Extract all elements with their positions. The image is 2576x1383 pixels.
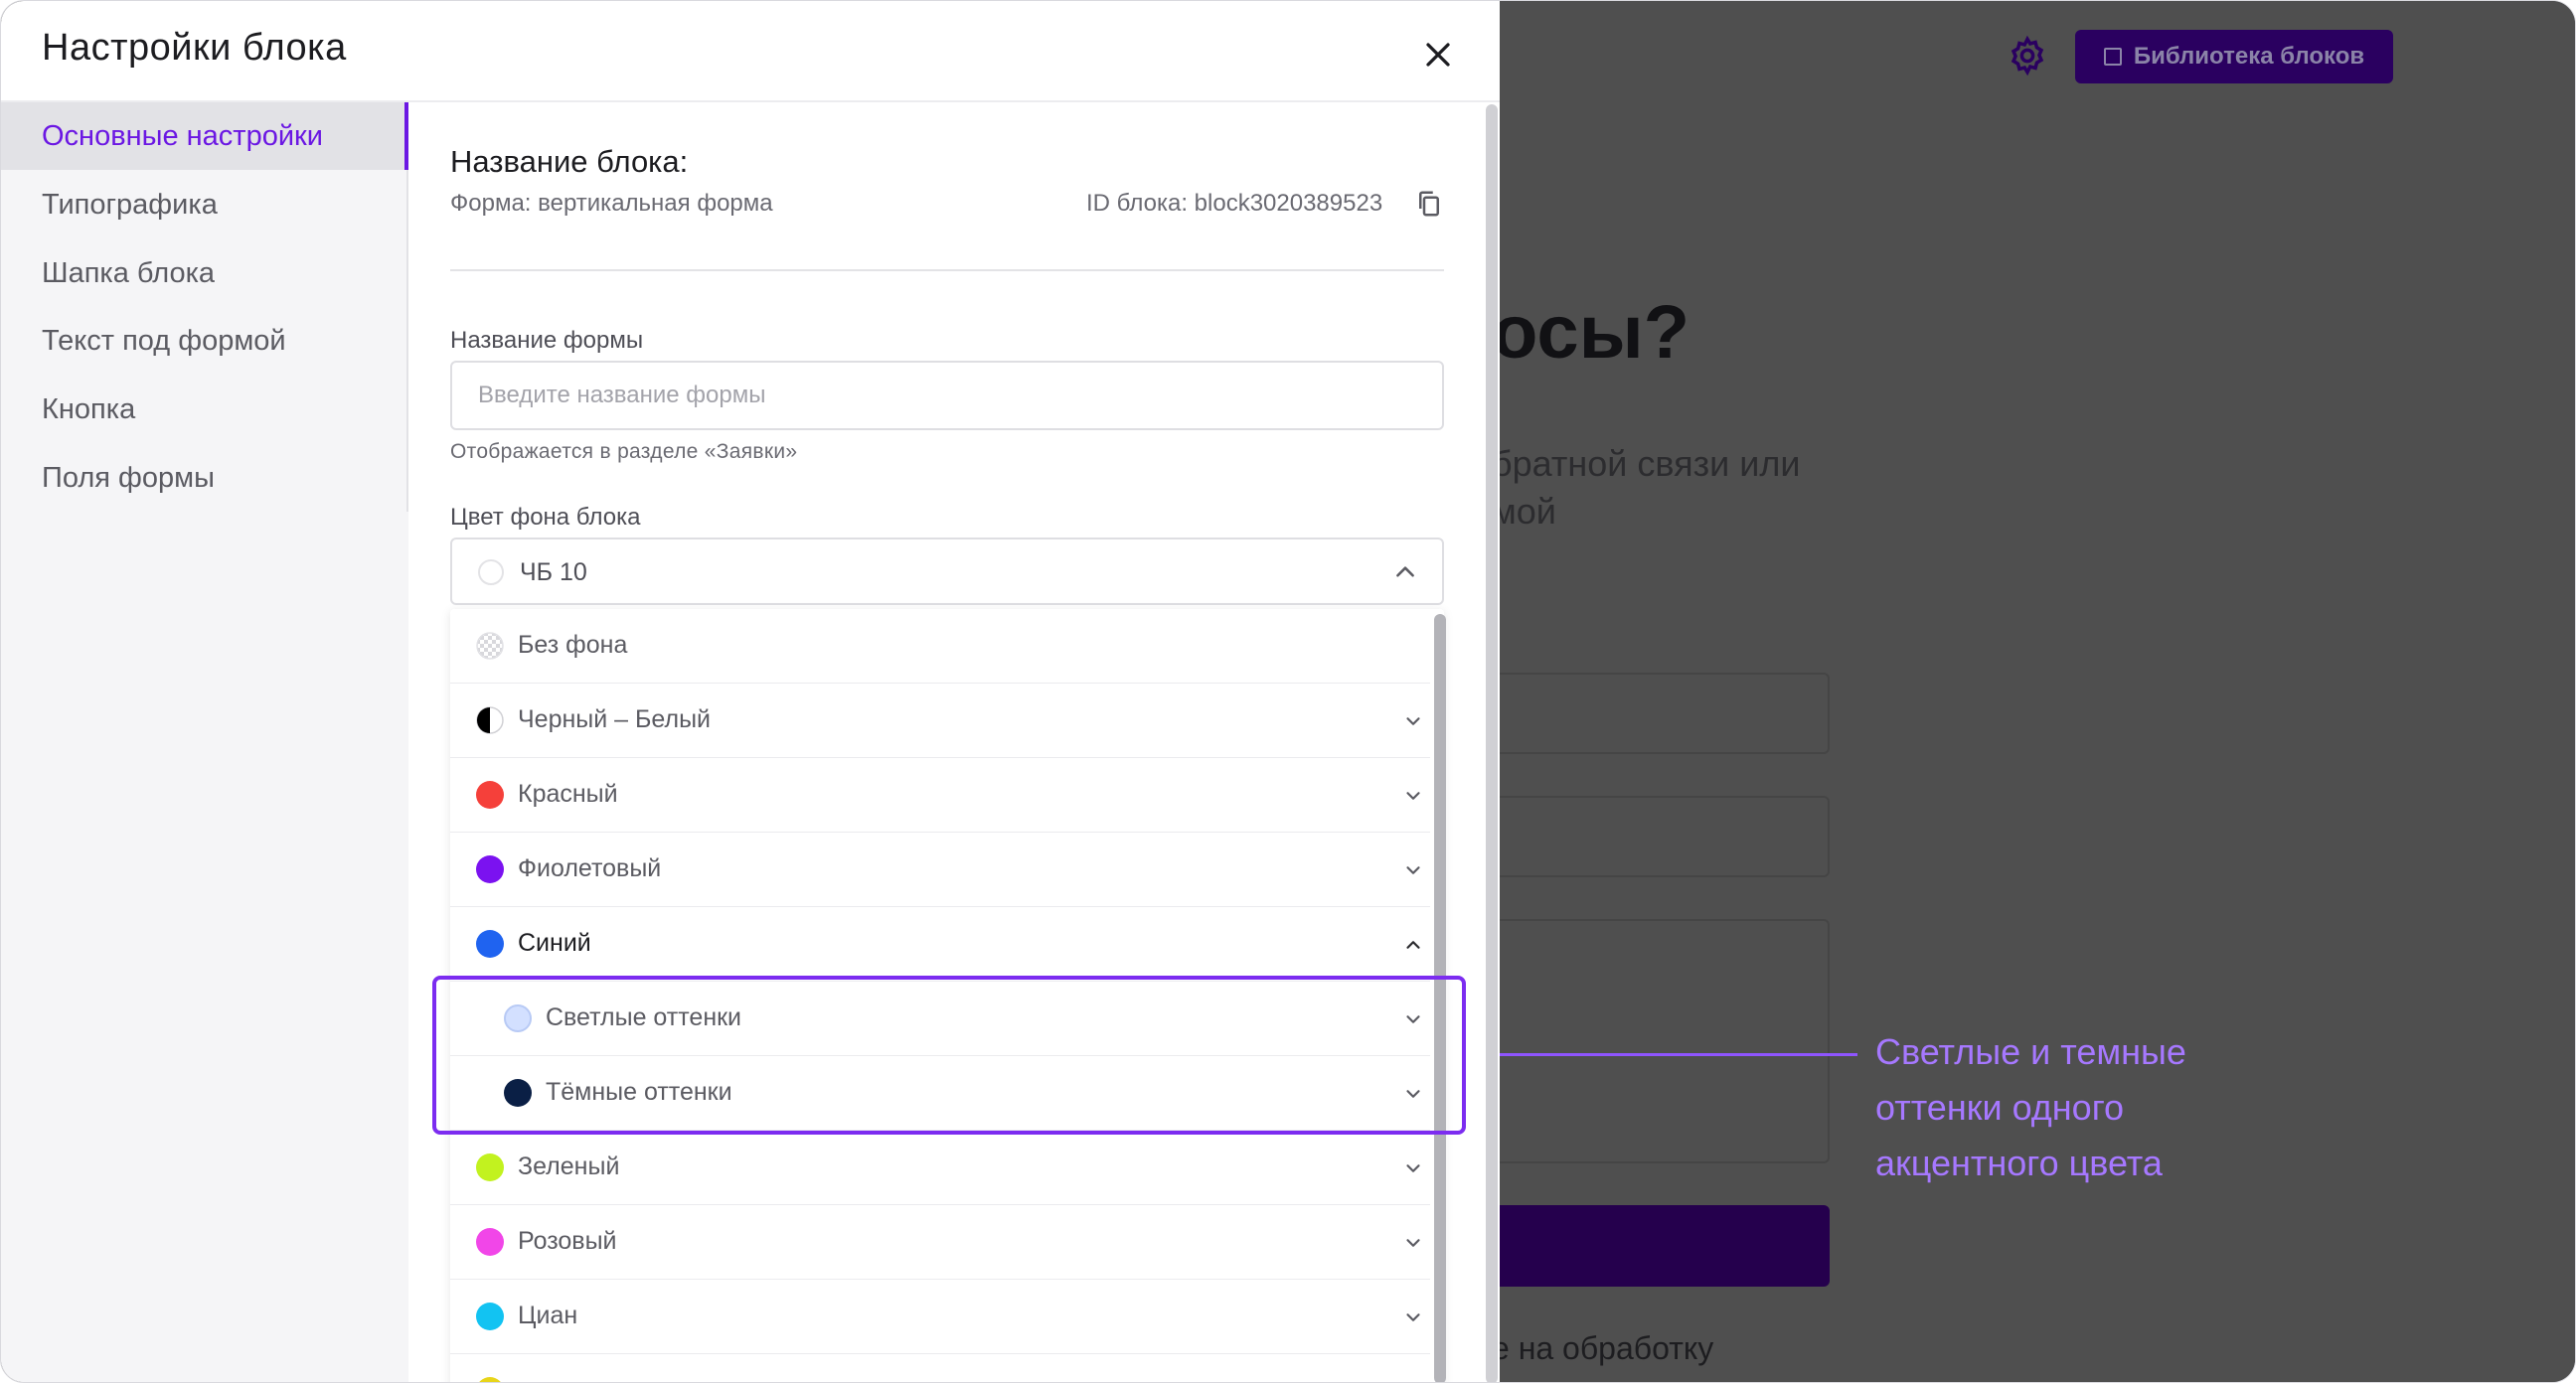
app-frame: Библиотека блоков осы? братной связи или…	[0, 0, 2576, 1383]
panel-title: Настройки блока	[42, 27, 347, 69]
form-name-input[interactable]	[450, 361, 1444, 430]
panel-scrollbar[interactable]	[1486, 104, 1498, 1382]
close-icon	[1426, 43, 1450, 67]
block-id: ID блока: block3020389523	[1086, 190, 1383, 217]
section-divider	[450, 269, 1444, 271]
settings-content: Название блока: Форма: вертикальная форм…	[408, 102, 1500, 1382]
color-dot	[476, 1303, 504, 1330]
background-submit-button	[1482, 1205, 1830, 1287]
callout-line-text: акцентного цвета	[1875, 1143, 2163, 1183]
bg-color-select[interactable]: ЧБ 10	[450, 538, 1444, 605]
close-button[interactable]	[1412, 29, 1464, 80]
chevron-up-icon	[1406, 941, 1420, 949]
color-option-partial[interactable]	[450, 1354, 1430, 1382]
form-name-label: Название формы	[450, 327, 644, 354]
color-option-label: Черный – Белый	[518, 705, 712, 733]
callout-text: Светлые и темные оттенки одного акцентно…	[1875, 1024, 2293, 1191]
color-option-blue[interactable]: Синий	[450, 907, 1430, 982]
background-textarea	[1482, 919, 1830, 1163]
subtitle-line: братной связи или	[1492, 443, 1801, 484]
chevron-down-icon	[1406, 1239, 1420, 1247]
color-option-label: Тёмные оттенки	[546, 1078, 732, 1106]
sidebar-item-button[interactable]: Кнопка	[1, 376, 408, 443]
chevron-down-icon	[1406, 717, 1420, 725]
color-option-label: Синий	[518, 929, 591, 957]
sidebar-item-form-fields[interactable]: Поля формы	[1, 444, 408, 512]
sidebar-item-text-below-form[interactable]: Текст под формой	[1, 307, 408, 375]
color-option-label: Циан	[518, 1302, 578, 1329]
color-option-label: Розовый	[518, 1227, 617, 1255]
chevron-down-icon	[1406, 1015, 1420, 1023]
bg-color-label: Цвет фона блока	[450, 504, 641, 531]
dropdown-scrollbar[interactable]	[1434, 614, 1446, 1382]
color-option-violet[interactable]: Фиолетовый	[450, 833, 1430, 907]
color-option-label: Без фона	[518, 631, 628, 659]
block-library-label: Библиотека блоков	[2133, 43, 2365, 70]
chevron-down-icon	[1406, 1164, 1420, 1172]
subtitle-line: мой	[1492, 491, 1556, 532]
form-name-hint: Отображается в разделе «Заявки»	[450, 440, 798, 463]
form-type: Форма: вертикальная форма	[450, 190, 773, 217]
color-option-label: Зеленый	[518, 1152, 620, 1180]
transparent-pattern-icon	[476, 632, 504, 660]
color-option-blue-dark-shades[interactable]: Тёмные оттенки	[450, 1056, 1430, 1131]
color-option-label: Фиолетовый	[518, 854, 662, 882]
block-library-button[interactable]: Библиотека блоков	[2075, 30, 2393, 83]
color-option-label: Красный	[518, 780, 618, 808]
color-dot	[504, 1079, 532, 1107]
color-dot	[476, 781, 504, 809]
settings-sidebar: Основные настройки Типографика Шапка бло…	[1, 102, 408, 1382]
background-heading: осы?	[1492, 290, 1690, 375]
copy-icon[interactable]	[1414, 188, 1444, 220]
block-settings-panel: Настройки блока Основные настройки Типог…	[1, 1, 1500, 1382]
color-dot	[476, 855, 504, 883]
panel-header: Настройки блока	[1, 1, 1500, 102]
callout-line-text: оттенки одного	[1875, 1087, 2125, 1128]
chevron-down-icon	[1406, 1313, 1420, 1321]
color-option-red[interactable]: Красный	[450, 758, 1430, 833]
callout-line	[1480, 1053, 1857, 1056]
chevron-down-icon	[1406, 792, 1420, 800]
color-option-pink[interactable]: Розовый	[450, 1205, 1430, 1280]
background-field	[1482, 673, 1830, 754]
sidebar-item-basic[interactable]: Основные настройки	[1, 102, 408, 170]
color-dot	[504, 1004, 532, 1032]
color-option-green[interactable]: Зеленый	[450, 1131, 1430, 1205]
half-circle-icon	[476, 706, 504, 734]
chevron-down-icon	[1406, 1090, 1420, 1098]
color-dot	[476, 1228, 504, 1256]
color-option-cyan[interactable]: Циан	[450, 1280, 1430, 1354]
color-option-black-white[interactable]: Черный – Белый	[450, 684, 1430, 758]
chevron-up-icon	[1396, 566, 1414, 577]
bg-color-dropdown: Без фона Черный – Белый Красный Фиолетов…	[450, 609, 1444, 1382]
color-option-blue-light-shades[interactable]: Светлые оттенки	[450, 982, 1430, 1056]
image-icon	[2103, 48, 2122, 66]
block-title: Название блока:	[450, 144, 689, 179]
gear-icon[interactable]	[2007, 35, 2048, 77]
color-option-none[interactable]: Без фона	[450, 609, 1430, 684]
sidebar-item-typography[interactable]: Типографика	[1, 171, 408, 238]
background-subtitle: братной связи или мой	[1492, 440, 1800, 536]
callout-line-text: Светлые и темные	[1875, 1031, 2186, 1072]
bg-color-selected-value: ЧБ 10	[520, 558, 587, 586]
background-consent-text: е на обработку	[1492, 1330, 1714, 1366]
sidebar-item-header[interactable]: Шапка блока	[1, 239, 408, 307]
color-dot	[476, 1377, 504, 1382]
color-option-label: Светлые оттенки	[546, 1003, 742, 1031]
background-field	[1482, 796, 1830, 877]
chevron-down-icon	[1406, 866, 1420, 874]
color-swatch	[478, 559, 504, 585]
color-dot	[476, 930, 504, 958]
color-dot	[476, 1153, 504, 1181]
